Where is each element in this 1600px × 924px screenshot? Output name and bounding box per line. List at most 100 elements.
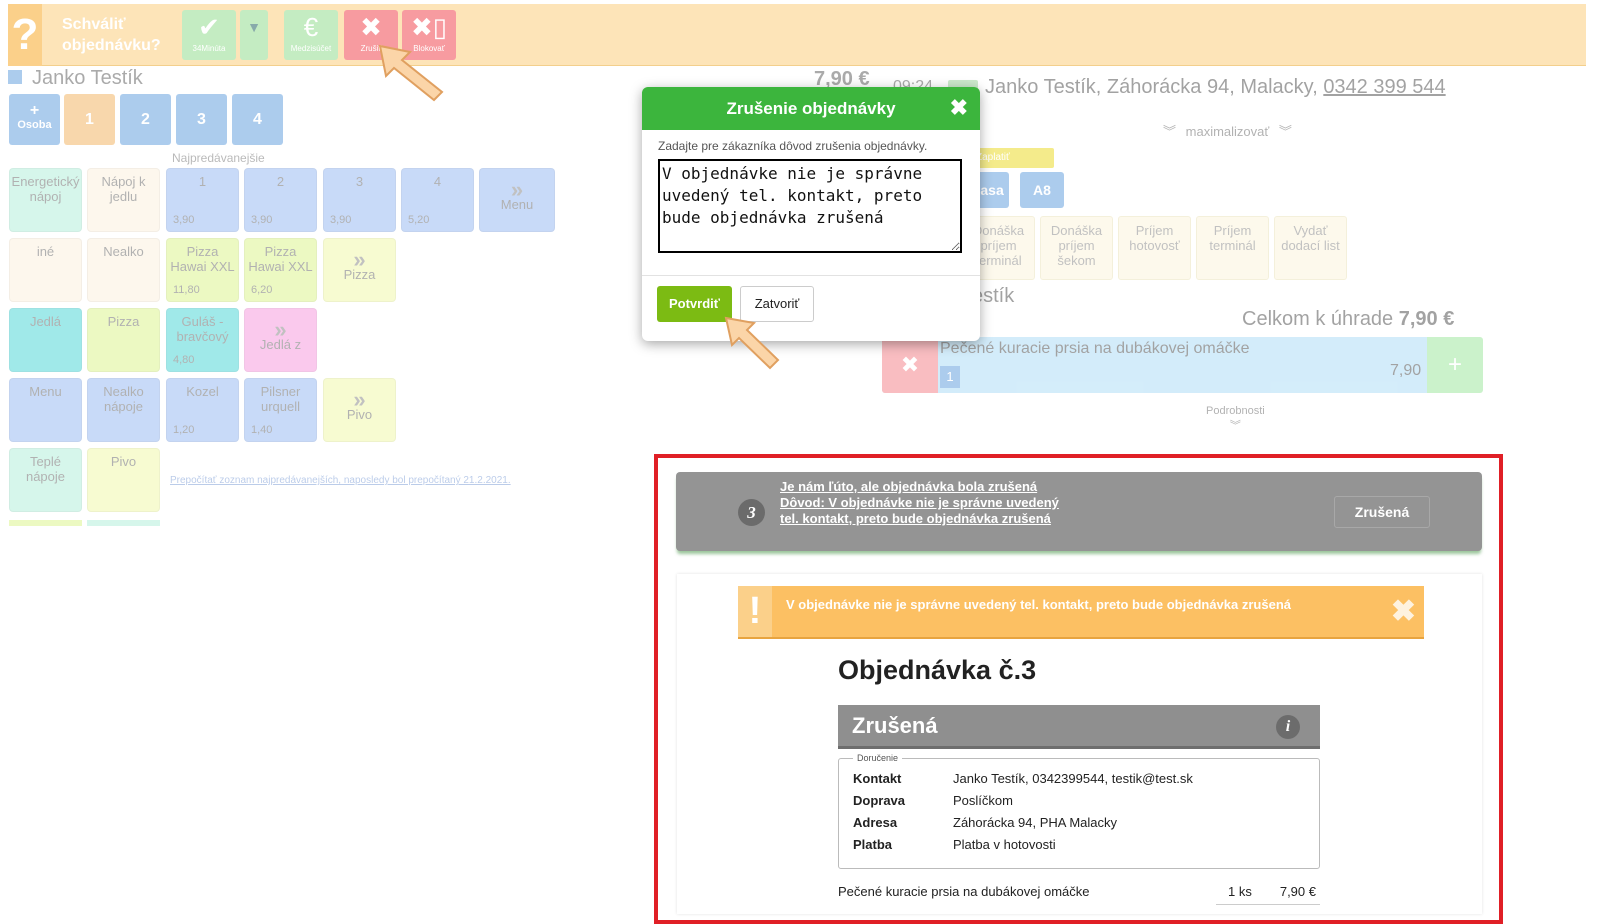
tile-drink-with-meal[interactable]: Nápoj k jedlu — [87, 168, 160, 232]
tile-kozel[interactable]: Kozel 1,20 — [166, 378, 239, 442]
subtotal-button[interactable]: € Medzisúčet — [284, 10, 338, 60]
double-chevron-right-icon: » — [274, 317, 287, 342]
person-2-button[interactable]: 2 — [120, 94, 171, 145]
contact-row: Kontakt Janko Testík, 0342399544, testik@… — [853, 771, 1193, 786]
tile-meals[interactable]: Jedlá — [9, 308, 82, 372]
tile-category-pizza[interactable]: » Pizza — [323, 238, 396, 302]
dialog-prompt: Zadajte pre zákazníka dôvod zrušenia obj… — [658, 139, 928, 153]
a8-button[interactable]: A8 — [1020, 172, 1064, 208]
close-icon: ✖ — [360, 12, 382, 42]
warning-banner: ! V objednávke nie je správne uvedený te… — [738, 586, 1424, 639]
tile-hot-drinks[interactable]: Teplé nápoje — [9, 448, 82, 512]
double-chevron-right-icon: » — [353, 387, 366, 412]
line-item-qty: 1 ks — [1228, 884, 1252, 899]
person-1-button[interactable]: 1 — [64, 94, 115, 145]
close-icon[interactable]: ✖ — [950, 95, 968, 121]
double-chevron-right-icon: » — [510, 177, 524, 202]
tile-menu-1[interactable]: 1 3,90 — [166, 168, 239, 232]
status-button[interactable]: Zrušená — [1334, 496, 1430, 528]
approve-toolbar: ? Schváliť objednávku? ✔ 34Minúta ▼ € Me… — [8, 4, 1586, 66]
total-row: Celkom k úhrade 7,90 € — [1242, 308, 1455, 330]
check-icon: ✔ — [198, 12, 220, 42]
line-item-name: Pečené kuracie prsia na dubákovej omáčke — [838, 884, 1090, 899]
remove-item-close-icon[interactable]: ✖ — [882, 337, 938, 393]
tile-pilsner[interactable]: Pilsner urquell 1,40 — [244, 378, 317, 442]
bestsellers-label: Najpredávanejšie — [172, 151, 265, 165]
time-dropdown-button[interactable]: ▼ — [240, 10, 268, 60]
recalc-bestsellers-link[interactable]: Prepočítať zoznam najpredávanejších, nap… — [170, 475, 511, 486]
plus-icon: + — [29, 102, 40, 119]
tile-goulash[interactable]: Guláš - bravčový 4,80 — [166, 308, 239, 372]
cancel-order-dialog: Zrušenie objednávky ✖ Zadajte pre zákazn… — [642, 87, 980, 341]
add-item-plus-icon[interactable]: + — [1427, 337, 1483, 393]
payment-row: Platba Platba v hotovosti — [853, 837, 1056, 852]
tile-menu-3[interactable]: 3 3,90 — [323, 168, 396, 232]
delivery-note-button[interactable]: Vydať dodací list — [1274, 216, 1347, 280]
delivery-fieldset: Doručenie Kontakt Janko Testík, 034239954… — [838, 753, 1320, 869]
warning-icon: ! — [738, 586, 772, 637]
tile-category-beer[interactable]: » Pivo — [323, 378, 396, 442]
tile-category-meals[interactable]: » Jedlá z — [244, 308, 317, 372]
approve-order-label: Schváliť objednávku? — [62, 16, 161, 54]
receive-terminal-button[interactable]: Príjem terminál — [1196, 216, 1269, 280]
tile-pizza-hawai-xxl[interactable]: Pizza Hawai XXL 11,80 — [166, 238, 239, 302]
double-chevron-right-icon: » — [353, 247, 366, 272]
double-chevron-down-icon: ︾ — [1278, 124, 1292, 139]
customer-phone-link[interactable]: 0342 399 544 — [1323, 76, 1445, 98]
maximize-toggle[interactable]: ︾ maximalizovať ︾ — [1163, 121, 1292, 140]
order-item-qty: 1 — [940, 366, 960, 388]
person-3-button[interactable]: 3 — [176, 94, 227, 145]
pointer-arrow-icon — [378, 44, 444, 102]
tile-menu-4[interactable]: 4 5,20 — [401, 168, 474, 232]
warning-text: V objednávke nie je správne uvedený tel.… — [786, 597, 1291, 612]
block-phone-icon: ✖▯ — [410, 12, 448, 42]
tile-menu[interactable]: Menu — [9, 378, 82, 442]
tile-other[interactable]: iné — [9, 238, 82, 302]
double-chevron-down-icon: ︾ — [1229, 420, 1241, 432]
tile-menu-2[interactable]: 2 3,90 — [244, 168, 317, 232]
order-title: Objednávka č.3 — [838, 655, 1037, 685]
tile-partial — [87, 520, 160, 526]
tile-soft-drinks[interactable]: Nealko — [87, 238, 160, 302]
order-item-name: Pečené kuracie prsia na dubákovej omáčke — [940, 340, 1250, 357]
tile-category-menu[interactable]: » Menu — [479, 168, 555, 232]
cancel-notification: 3 Je nám ľúto, ale objednávka bola zruše… — [676, 472, 1482, 551]
receive-cash-button[interactable]: Príjem hotovosť — [1118, 216, 1191, 280]
order-item-price: 7,90 — [1390, 362, 1422, 379]
customer-name: Janko Testík — [32, 67, 143, 89]
cancel-reason-input[interactable] — [658, 159, 962, 253]
approve-time-button[interactable]: ✔ 34Minúta — [182, 10, 236, 60]
order-line-item: Pečené kuracie prsia na dubákovej omáčke… — [838, 884, 1320, 905]
order-status-bar: Zrušená i — [838, 705, 1320, 749]
transport-row: Doprava Poslíčkom — [853, 793, 1013, 808]
tile-pizza-hawai-xxl-2[interactable]: Pizza Hawai XXL 6,20 — [244, 238, 317, 302]
tile-pizza[interactable]: Pizza — [87, 308, 160, 372]
tile-energy-drink[interactable]: Energetický nápoj — [9, 168, 82, 232]
tile-beer[interactable]: Pivo — [87, 448, 160, 512]
delivery-legend: Doručenie — [857, 753, 899, 763]
order-number-badge: 3 — [738, 499, 765, 526]
cancel-message[interactable]: Je nám ľúto, ale objednávka bola zrušená… — [780, 479, 1065, 527]
divider — [642, 275, 980, 276]
delivery-cheque-button[interactable]: Donáška príjem šekom — [1040, 216, 1113, 280]
user-icon — [8, 70, 22, 84]
add-person-button[interactable]: + Osoba — [9, 94, 60, 145]
chevron-down-icon: ▼ — [247, 19, 261, 35]
pay-cash-tag[interactable]: Zaplatiť hotovosťou — [972, 148, 1054, 183]
person-4-button[interactable]: 4 — [232, 94, 283, 145]
close-icon[interactable]: ✖ — [1391, 594, 1416, 629]
question-icon: ? — [8, 4, 42, 66]
confirm-button[interactable]: Potvrdiť — [657, 286, 732, 322]
customer-address-line: Janko Testík, Záhorácka 94, Malacky, 034… — [985, 76, 1446, 98]
tile-soft-beverages[interactable]: Nealko nápoje — [87, 378, 160, 442]
details-toggle[interactable]: Podrobnosti ︾ — [1206, 405, 1265, 433]
address-row: Adresa Záhorácka 94, PHA Malacky — [853, 815, 1118, 830]
euro-icon: € — [303, 12, 319, 42]
dialog-title: Zrušenie objednávky — [642, 87, 980, 130]
tile-partial — [9, 520, 82, 526]
double-chevron-down-icon: ︾ — [1163, 124, 1177, 139]
divider — [1216, 904, 1320, 905]
line-item-price: 7,90 € — [1279, 884, 1316, 899]
pointer-arrow-icon — [724, 316, 780, 370]
info-icon[interactable]: i — [1276, 715, 1300, 739]
